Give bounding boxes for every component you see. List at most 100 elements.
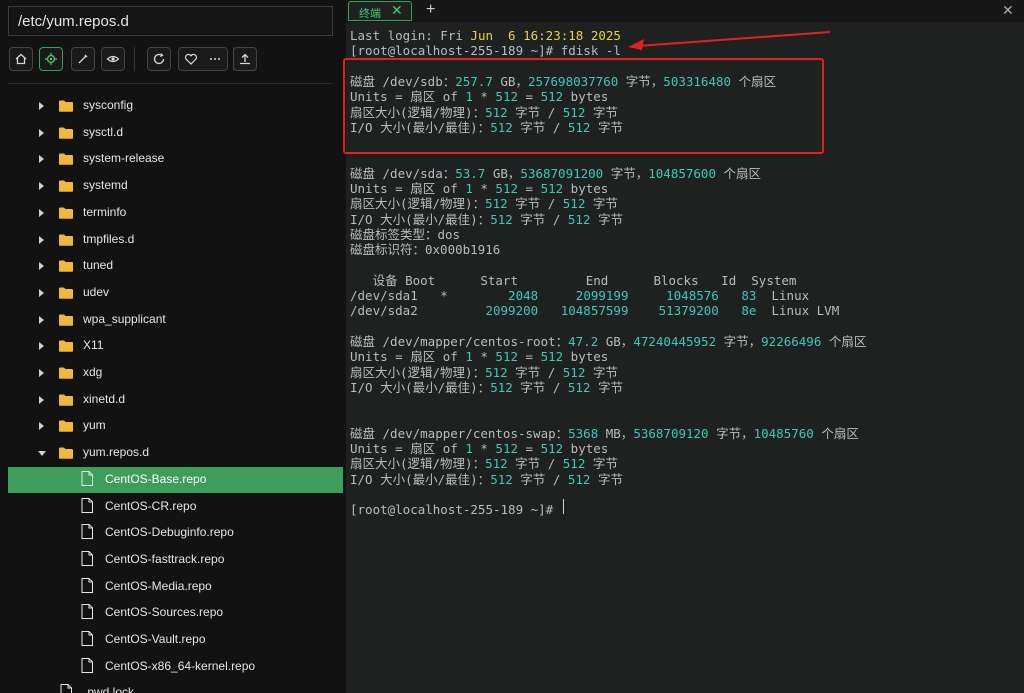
tree-item-label: terminfo [83, 204, 127, 219]
tree-folder-item[interactable]: xdg [0, 360, 346, 386]
terminal-text: bytes [563, 349, 609, 365]
home-button[interactable] [9, 47, 33, 71]
terminal-line: 磁盘标识符：0x000b1916 [350, 242, 500, 258]
edit-button[interactable] [71, 47, 95, 71]
tree-item-label: .pwd.lock [84, 685, 135, 693]
tree-file-item[interactable]: CentOS-Debuginfo.repo [0, 520, 346, 546]
tree-folder-item[interactable]: terminfo [0, 200, 346, 226]
chevron-right-icon[interactable] [39, 128, 44, 137]
tree-folder-item[interactable]: tmpfiles.d [0, 227, 346, 253]
chevron-right-icon[interactable] [39, 262, 44, 271]
tree-folder-item[interactable]: sysctl.d [0, 120, 346, 146]
locate-button[interactable] [39, 47, 63, 71]
highlighted-value: 512 [495, 441, 518, 457]
file-icon [81, 657, 93, 673]
highlighted-value: 2048 [508, 288, 539, 304]
chevron-right-icon[interactable] [39, 182, 44, 191]
terminal-line: 扇区大小(逻辑/物理)：512 字节 / 512 字节 [350, 456, 618, 472]
folder-icon [59, 259, 73, 272]
highlighted-value: 47240445952 [633, 334, 717, 349]
tree-file-item[interactable]: CentOS-CR.repo [0, 494, 346, 520]
terminal-text: Units = 扇区 of [350, 349, 466, 365]
folder-icon [59, 206, 73, 219]
tree-folder-item[interactable]: xinetd.d [0, 387, 346, 413]
folder-icon [59, 313, 73, 326]
terminal-line: I/O 大小(最小/最佳)：512 字节 / 512 字节 [350, 212, 623, 228]
terminal-text: Units = 扇区 of [350, 441, 466, 457]
terminal-text: 字节 [585, 456, 618, 472]
chevron-right-icon[interactable] [39, 395, 44, 404]
tree-file-item[interactable]: CentOS-x86_64-kernel.repo [0, 654, 346, 680]
terminal-text: 磁盘 /dev/sda： [350, 165, 456, 181]
preview-button[interactable] [101, 47, 125, 71]
chevron-right-icon[interactable] [39, 369, 44, 377]
tree-folder-item[interactable]: yum [0, 413, 346, 439]
chevron-right-icon[interactable] [39, 235, 44, 244]
path-input[interactable]: /etc/yum.repos.d [18, 13, 129, 30]
tree-item-label: CentOS-Media.repo [105, 578, 212, 593]
tree-folder-item[interactable]: tuned [0, 253, 346, 279]
tree-item-label: xinetd.d [83, 391, 126, 406]
terminal-text: 字节 [590, 379, 623, 395]
tree-item-label: xdg [83, 365, 103, 379]
tree-folder-item[interactable]: systemd [0, 173, 346, 199]
upload-button[interactable] [233, 47, 257, 71]
file-browser-panel: /etc/yum.repos.d sysconfig sysctl.d system… [0, 0, 346, 693]
tree-file-item[interactable]: .pwd.lock [0, 680, 346, 693]
tab-terminal[interactable]: 终端 ✕ [348, 1, 412, 21]
favorites-button[interactable] [178, 47, 228, 71]
tree-folder-item[interactable]: yum.repos.d [0, 440, 346, 466]
tree-file-item[interactable]: CentOS-Media.repo [0, 574, 346, 600]
terminal-line: [root@localhost-255-189 ~]# fdisk -l [350, 43, 621, 59]
tree-file-item[interactable]: CentOS-Base.repo [8, 466, 343, 493]
tree-file-item[interactable]: CentOS-fasttrack.repo [0, 547, 346, 573]
terminal-cursor [563, 499, 564, 514]
upload-icon [240, 53, 250, 65]
tree-file-item[interactable]: CentOS-Vault.repo [0, 627, 346, 653]
tree-folder-item[interactable]: sysconfig [0, 93, 346, 119]
close-panel-icon[interactable]: ✕ [1002, 2, 1014, 19]
terminal-text: 字节 [590, 211, 623, 227]
chevron-down-icon[interactable] [38, 451, 46, 457]
terminal-text: Jun 6 16:23:18 2025 [470, 28, 621, 43]
more-icon [210, 58, 220, 60]
chevron-right-icon[interactable] [39, 155, 44, 164]
file-icon [81, 577, 93, 593]
terminal-line: I/O 大小(最小/最佳)：512 字节 / 512 字节 [350, 380, 623, 396]
tab-close-icon[interactable]: ✕ [391, 2, 403, 19]
highlighted-value: 512 [485, 196, 508, 212]
tree-folder-item[interactable]: wpa_supplicant [0, 307, 346, 333]
terminal-text: 字节 [590, 471, 623, 487]
terminal-text: = [518, 349, 541, 365]
tree-item-label: CentOS-Vault.repo [105, 632, 206, 646]
refresh-button[interactable] [147, 47, 171, 71]
new-tab-button[interactable]: + [426, 1, 435, 19]
terminal-line: 磁盘 /dev/sda：53.7 GB，53687091200 字节，10485… [350, 166, 761, 182]
highlighted-value: 51379200 [658, 303, 719, 319]
highlighted-value: 1 [465, 441, 473, 457]
terminal-text: 个扇区 [715, 165, 762, 181]
chevron-right-icon[interactable] [39, 102, 44, 110]
terminal-text: MB， [598, 425, 634, 441]
file-icon [81, 550, 93, 566]
terminal-line: 设备 Boot Start End Blocks Id System [350, 273, 797, 289]
path-input-box[interactable]: /etc/yum.repos.d [8, 6, 333, 36]
tree-file-item[interactable]: CentOS-Sources.repo [0, 600, 346, 626]
terminal-text: = [518, 441, 541, 457]
folder-icon [59, 419, 73, 433]
tree-folder-item[interactable]: system-release [0, 146, 346, 172]
terminal-line: 磁盘 /dev/mapper/centos-swap：5368 MB，53687… [350, 426, 859, 442]
tree-folder-item[interactable]: udev [0, 280, 346, 306]
chevron-right-icon[interactable] [39, 422, 44, 431]
chevron-right-icon[interactable] [39, 208, 44, 217]
terminal-line: /dev/sda2 2099200 104857599 51379200 8e … [350, 303, 839, 319]
highlighted-value: 512 [495, 349, 518, 365]
terminal-text: I/O 大小(最小/最佳)： [350, 471, 491, 487]
chevron-right-icon[interactable] [39, 315, 44, 324]
chevron-right-icon[interactable] [39, 342, 44, 351]
terminal-text: 磁盘标签类型：dos [350, 226, 461, 242]
tree-folder-item[interactable]: X11 [0, 333, 346, 359]
chevron-right-icon[interactable] [39, 288, 44, 297]
tree-item-label: CentOS-x86_64-kernel.repo [105, 658, 256, 673]
